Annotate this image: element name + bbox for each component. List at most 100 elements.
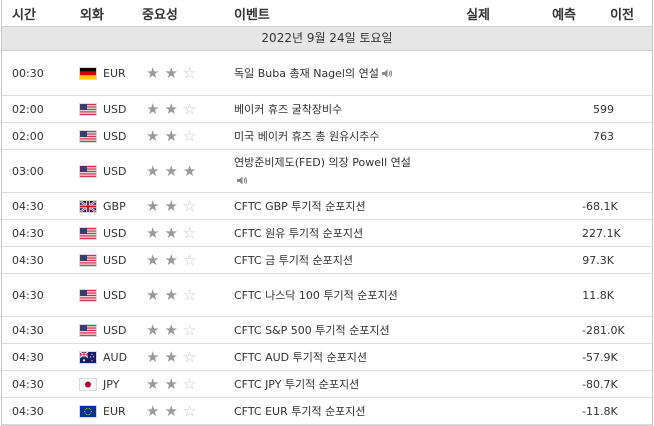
currency-code: USD (103, 323, 127, 337)
event-name[interactable]: CFTC 금 투기적 순포지션 (218, 248, 418, 273)
importance-star-icon: ★ (164, 401, 178, 420)
event-name[interactable]: CFTC 원유 투기적 순포지션 (218, 221, 418, 246)
gb-flag-icon (80, 200, 96, 212)
event-title-link[interactable]: 독일 Buba 총재 Nagel의 연설 (234, 67, 379, 80)
au-flag-icon (80, 351, 96, 363)
importance-star-icon: ☆ (182, 126, 197, 145)
currency-code: USD (103, 253, 127, 267)
currency-code: GBP (103, 199, 126, 213)
event-currency: JPY (60, 378, 128, 391)
event-row[interactable]: 04:30 USD ★ ★ ☆ CFTC 원유 투기적 순포지션 227.1K (2, 220, 652, 247)
currency-code: USD (103, 129, 127, 143)
importance-rating: ★ ★ ☆ (128, 401, 218, 420)
event-previous: -11.8K (582, 404, 618, 418)
importance-rating: ★ ★ ☆ (128, 374, 218, 393)
importance-star-icon: ☆ (182, 250, 197, 269)
event-time: 02:00 (12, 102, 44, 116)
event-name[interactable]: CFTC JPY 투기적 순포지션 (218, 372, 418, 397)
importance-star-icon: ☆ (182, 374, 197, 393)
currency-code: AUD (103, 350, 128, 364)
importance-star-icon: ★ (146, 250, 160, 269)
importance-star-icon: ★ (164, 223, 178, 242)
event-title-link[interactable]: CFTC EUR 투기적 순포지션 (234, 405, 366, 418)
event-name[interactable]: 연방준비제도(FED) 의장 Powell 연설 (218, 150, 418, 192)
event-row[interactable]: 04:30 JPY ★ ★ ☆ CFTC JPY 투기적 순포지션 -80.7K (2, 371, 652, 398)
header-forecast: 예측 (552, 7, 576, 23)
importance-rating: ★ ★ ☆ (128, 126, 218, 145)
importance-star-icon: ★ (146, 401, 160, 420)
event-name[interactable]: CFTC EUR 투기적 순포지션 (218, 399, 418, 424)
de-flag-icon (80, 67, 96, 79)
event-row[interactable]: 04:30 EUR ★ ★ ☆ CFTC EUR 투기적 순포지션 -11.8K (2, 398, 652, 425)
event-title-link[interactable]: CFTC AUD 투기적 순포지션 (234, 351, 367, 364)
event-title-link[interactable]: CFTC 원유 투기적 순포지션 (234, 227, 363, 240)
event-currency: USD (60, 227, 128, 240)
event-row[interactable]: 03:00 USD ★ ★ ★ 연방준비제도(FED) 의장 Powell 연설 (2, 150, 652, 193)
event-name[interactable]: CFTC GBP 투기적 순포지션 (218, 194, 418, 219)
speaker-icon (236, 175, 248, 186)
importance-rating: ★ ★ ☆ (128, 99, 218, 118)
event-title-link[interactable]: 연방준비제도(FED) 의장 Powell 연설 (234, 156, 411, 169)
event-previous: 97.3K (582, 253, 614, 267)
event-previous: -57.9K (582, 350, 618, 364)
currency-code: USD (103, 226, 127, 240)
event-row[interactable]: 04:30 USD ★ ★ ☆ CFTC S&P 500 투기적 순포지션 -281.0K (2, 317, 652, 344)
importance-rating: ★ ★ ☆ (128, 285, 218, 304)
event-currency: USD (60, 324, 128, 337)
event-currency: GBP (60, 200, 128, 213)
table-header: 시간 외화 중요성 이벤트 실제 예측 이전 (2, 0, 652, 27)
event-currency: EUR (60, 405, 128, 418)
importance-star-icon: ☆ (182, 401, 197, 420)
event-title-link[interactable]: CFTC 나스닥 100 투기적 순포지션 (234, 289, 398, 302)
event-time: 04:30 (12, 404, 44, 418)
importance-star-icon: ★ (146, 347, 160, 366)
event-title-link[interactable]: CFTC S&P 500 투기적 순포지션 (234, 324, 390, 337)
event-row[interactable]: 00:30 EUR ★ ★ ☆ 독일 Buba 총재 Nagel의 연설 (2, 51, 652, 96)
currency-code: USD (103, 102, 127, 116)
event-name[interactable]: CFTC S&P 500 투기적 순포지션 (218, 318, 418, 343)
us-flag-icon (80, 254, 96, 266)
importance-star-icon: ★ (164, 196, 178, 215)
event-previous: -281.0K (582, 323, 625, 337)
event-currency: USD (60, 103, 128, 116)
event-row[interactable]: 04:30 GBP ★ ★ ☆ CFTC GBP 투기적 순포지션 -68.1K (2, 193, 652, 220)
importance-rating: ★ ★ ☆ (128, 347, 218, 366)
event-title-link[interactable]: CFTC 금 투기적 순포지션 (234, 254, 353, 267)
event-name[interactable]: CFTC 나스닥 100 투기적 순포지션 (218, 283, 418, 308)
us-flag-icon (80, 324, 96, 336)
importance-star-icon: ★ (146, 374, 160, 393)
importance-star-icon: ☆ (182, 347, 197, 366)
event-title-link[interactable]: 미국 베이커 휴즈 총 원유시추수 (234, 130, 380, 143)
event-row[interactable]: 04:30 AUD ★ ★ ☆ CFTC AUD 투기적 순포지션 -57.9K (2, 344, 652, 371)
importance-star-icon: ★ (146, 63, 160, 82)
event-title-link[interactable]: CFTC GBP 투기적 순포지션 (234, 200, 366, 213)
event-name[interactable]: CFTC AUD 투기적 순포지션 (218, 345, 418, 370)
event-time: 04:30 (12, 288, 44, 302)
currency-code: USD (103, 288, 127, 302)
event-row[interactable]: 04:30 USD ★ ★ ☆ CFTC 금 투기적 순포지션 97.3K (2, 247, 652, 274)
importance-star-icon: ★ (164, 250, 178, 269)
importance-star-icon: ☆ (182, 196, 197, 215)
importance-star-icon: ★ (182, 161, 197, 180)
header-event: 이벤트 (234, 7, 270, 23)
event-row[interactable]: 02:00 USD ★ ★ ☆ 베이커 휴즈 굴착장비수 599 (2, 96, 652, 123)
event-name[interactable]: 독일 Buba 총재 Nagel의 연설 (218, 61, 418, 86)
event-row[interactable]: 02:00 USD ★ ★ ☆ 미국 베이커 휴즈 총 원유시추수 763 (2, 123, 652, 150)
event-time: 04:30 (12, 323, 44, 337)
event-previous: 763 (593, 129, 614, 143)
us-flag-icon (80, 165, 96, 177)
event-row[interactable]: 04:30 USD ★ ★ ☆ CFTC 나스닥 100 투기적 순포지션 11.8K (2, 274, 652, 317)
currency-code: EUR (103, 404, 126, 418)
event-name[interactable]: 베이커 휴즈 굴착장비수 (218, 97, 418, 122)
event-name[interactable]: 미국 베이커 휴즈 총 원유시추수 (218, 124, 418, 149)
importance-star-icon: ★ (146, 285, 160, 304)
us-flag-icon (80, 130, 96, 142)
event-previous: 11.8K (582, 288, 614, 302)
event-previous: -80.7K (582, 377, 618, 391)
importance-star-icon: ★ (164, 320, 178, 339)
event-title-link[interactable]: CFTC JPY 투기적 순포지션 (234, 378, 359, 391)
event-title-link[interactable]: 베이커 휴즈 굴착장비수 (234, 103, 342, 116)
event-time: 04:30 (12, 377, 44, 391)
importance-star-icon: ★ (146, 99, 160, 118)
importance-rating: ★ ★ ☆ (128, 320, 218, 339)
